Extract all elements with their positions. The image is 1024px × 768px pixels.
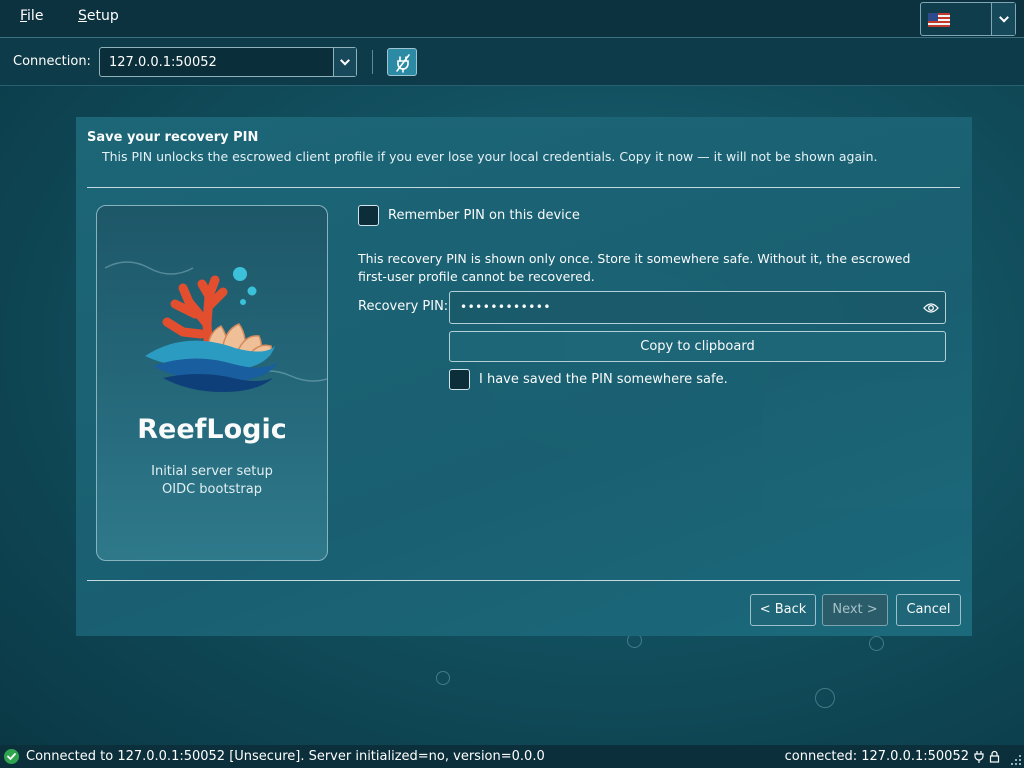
pin-saved-label: I have saved the PIN somewhere safe. [479, 372, 728, 387]
recovery-pin-value: •••••••••••• [460, 300, 551, 314]
connection-value: 127.0.0.1:50052 [109, 55, 217, 70]
resize-grip-icon[interactable] [1010, 754, 1022, 766]
us-flag-icon [928, 13, 950, 27]
recovery-pin-field[interactable]: •••••••••••• [449, 291, 946, 324]
status-bar: Connected to 127.0.0.1:50052 [Unsecure].… [0, 745, 1024, 768]
back-button[interactable]: < Back [750, 594, 816, 626]
menu-setup-mnemonic: S [78, 8, 87, 24]
menu-setup[interactable]: Setup [78, 8, 119, 24]
bubble-decoration [436, 671, 450, 685]
check-circle-icon [4, 749, 19, 764]
remember-pin-label: Remember PIN on this device [388, 208, 580, 223]
menu-bar: File Setup [0, 0, 1024, 38]
eye-icon[interactable] [923, 300, 939, 316]
wizard-title: Save your recovery PIN [87, 130, 259, 145]
menu-file-mnemonic: F [20, 8, 28, 24]
language-dropdown-button[interactable] [991, 3, 1015, 35]
lock-icon [989, 750, 1000, 763]
menu-file[interactable]: File [20, 8, 43, 24]
brand-name: ReefLogic [137, 414, 287, 445]
toolbar-separator [372, 50, 373, 74]
connection-combo[interactable]: 127.0.0.1:50052 [99, 47, 357, 77]
bubble-decoration [815, 688, 835, 708]
disconnect-button[interactable] [387, 48, 417, 76]
plug-icon [974, 751, 984, 763]
connection-dropdown-button[interactable] [333, 48, 356, 76]
bubble-decoration [869, 636, 884, 651]
menu-file-label: ile [27, 8, 44, 24]
cancel-button[interactable]: Cancel [896, 594, 961, 626]
menu-setup-label: etup [86, 8, 119, 24]
next-button[interactable]: Next > [822, 594, 888, 626]
brand-card: ReefLogic Initial server setup OIDC boot… [96, 205, 328, 561]
status-connection: connected: 127.0.0.1:50052 [784, 749, 969, 764]
status-message: Connected to 127.0.0.1:50052 [Unsecure].… [26, 749, 545, 764]
recovery-pin-label: Recovery PIN: [358, 299, 449, 314]
footer-divider [87, 580, 960, 581]
reef-logo-icon [104, 261, 327, 392]
connection-bar: Connection: 127.0.0.1:50052 [0, 38, 1024, 86]
wizard-panel: Save your recovery PIN This PIN unlocks … [76, 117, 972, 636]
plug-disconnected-icon [396, 54, 410, 73]
remember-pin-checkbox[interactable] [358, 205, 379, 226]
header-divider [87, 187, 960, 188]
connection-label: Connection: [13, 54, 91, 69]
pin-info-text: This recovery PIN is shown only once. St… [358, 251, 911, 284]
pin-saved-checkbox[interactable] [449, 369, 470, 390]
wizard-subtitle: This PIN unlocks the escrowed client pro… [102, 149, 878, 164]
chevron-down-icon [340, 55, 350, 66]
copy-to-clipboard-button[interactable]: Copy to clipboard [449, 331, 946, 362]
brand-tagline-2: OIDC bootstrap [162, 482, 262, 497]
language-select[interactable] [920, 2, 1016, 36]
brand-tagline-1: Initial server setup [151, 464, 273, 479]
chevron-down-icon [998, 12, 1009, 23]
